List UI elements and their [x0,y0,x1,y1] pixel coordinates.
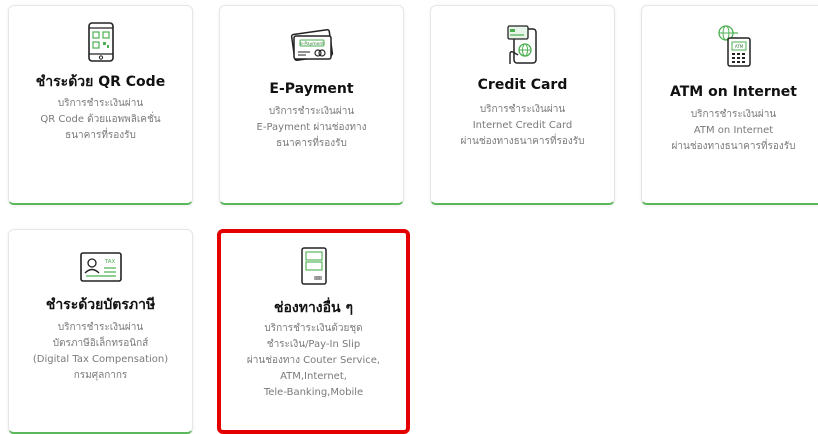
card-title: ATM on Internet [670,84,797,100]
payment-option-credit-card[interactable]: Credit Card บริการชำระเงินผ่าน Internet … [430,5,615,205]
payment-option-atm-on-internet[interactable]: ATM ATM on Internet บริการชำระเงินผ่าน A… [641,5,818,205]
svg-text:TAX: TAX [103,259,115,265]
card-description: บริการชำระเงินผ่าน ATM on Internet ผ่านช… [671,109,796,152]
card-title: ช่องทางอื่น ๆ [273,300,354,316]
tax-id-card-icon: TAX [79,252,122,287]
card-description: บริการชำระเงินผ่าน บัตรภาษีอิเล็กทรอนิกส… [32,322,169,381]
card-description: บริการชำระเงินด้วยชุด ชำระเงิน/Pay-In Sl… [246,323,381,398]
payment-option-other-channels[interactable]: ช่องทางอื่น ๆ บริการชำระเงินด้วยชุด ชำระ… [217,229,410,434]
credit-card-hand-icon [506,24,540,71]
payment-option-qr-code[interactable]: ชำระด้วย QR Code บริการชำระเงินผ่าน QR C… [8,5,193,205]
card-title: ชำระด้วยบัตรภาษี [45,297,156,313]
pay-in-slip-icon [300,247,327,290]
card-title: Credit Card [477,77,568,93]
svg-text:ATM: ATM [734,44,743,49]
svg-text:e-Payment: e-Payment [299,41,323,47]
e-payment-card-icon: e-Payment [290,28,334,67]
card-description: บริการชำระเงินผ่าน Internet Credit Card … [460,104,585,147]
qr-phone-icon [87,22,114,67]
card-title: E-Payment [269,81,354,97]
atm-internet-icon: ATM [714,24,754,73]
card-title: ชำระด้วย QR Code [35,74,166,90]
card-description: บริการชำระเงินผ่าน QR Code ด้วยแอพพลิเคช… [40,98,161,141]
card-description: บริการชำระเงินผ่าน E-Payment ผ่านช่องทาง… [256,106,367,149]
payment-option-tax-card[interactable]: TAX ชำระด้วยบัตรภาษี บริการชำระเงินผ่าน … [8,229,193,434]
payment-option-e-payment[interactable]: e-Payment E-Payment บริการชำระเงินผ่าน E… [219,5,404,205]
